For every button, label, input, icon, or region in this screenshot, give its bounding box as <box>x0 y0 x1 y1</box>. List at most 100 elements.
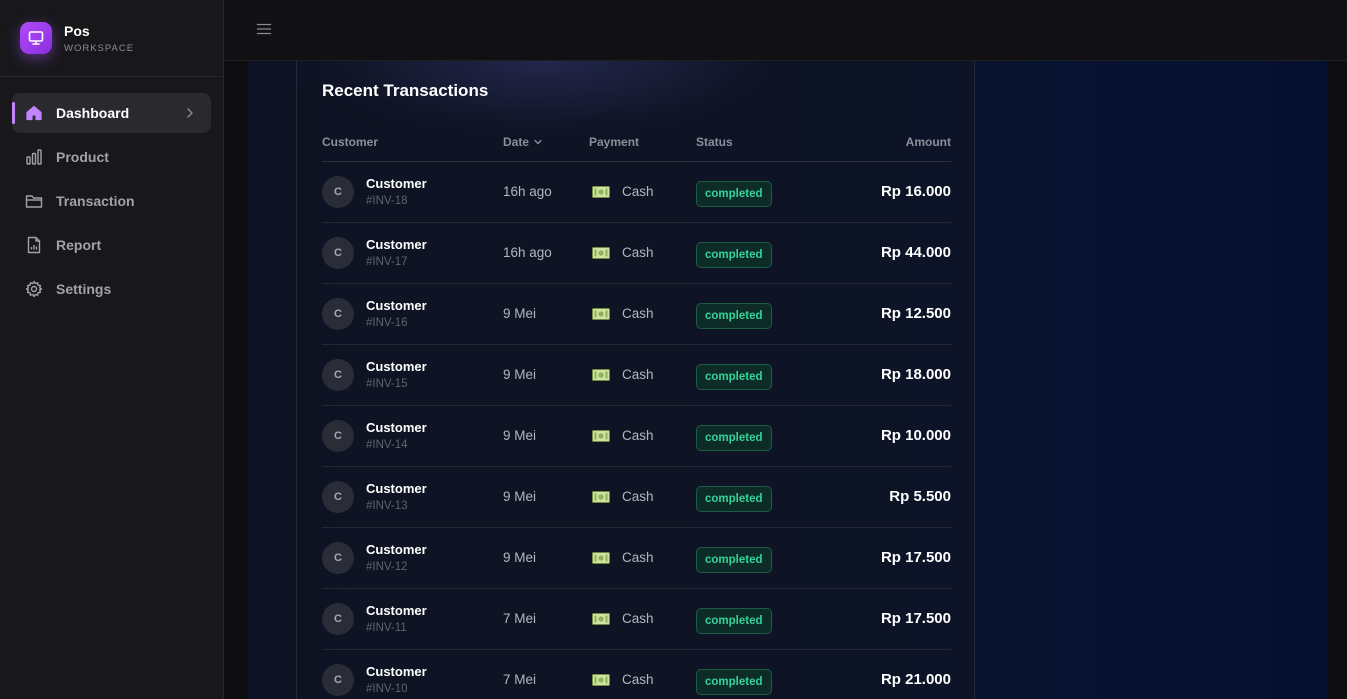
sidebar-item-report[interactable]: Report <box>12 225 211 265</box>
transaction-date: 16h ago <box>503 245 552 260</box>
cash-icon <box>592 612 610 625</box>
customer-name: Customer <box>366 237 427 252</box>
sidebar: Pos WORKSPACE Dashboard Product Transact… <box>0 0 224 699</box>
avatar: C <box>322 420 354 452</box>
sidebar-item-label: Product <box>56 149 109 165</box>
transaction-amount: Rp 12.500 <box>880 305 951 322</box>
table-row[interactable]: C Customer #INV-15 9 Mei Cash completed … <box>322 345 951 406</box>
payment-method-label: Cash <box>622 428 654 443</box>
table-row[interactable]: C Customer #INV-17 16h ago Cash complete… <box>322 223 951 284</box>
column-header-date[interactable]: Date <box>503 135 544 149</box>
payment-method-label: Cash <box>622 367 654 382</box>
sidebar-item-label: Transaction <box>56 193 135 209</box>
payment-method: Cash <box>592 489 654 504</box>
payment-method-label: Cash <box>622 611 654 626</box>
transaction-amount: Rp 17.500 <box>880 610 951 627</box>
transactions-table: Customer Date Payment Status Amount C Cu… <box>322 133 951 699</box>
cash-icon <box>592 551 610 564</box>
sidebar-item-label: Dashboard <box>56 105 130 121</box>
sidebar-nav: Dashboard Product Transaction Report Set… <box>0 77 223 329</box>
customer-name: Customer <box>366 298 427 313</box>
table-body: C Customer #INV-18 16h ago Cash complete… <box>322 162 951 699</box>
sidebar-item-product[interactable]: Product <box>12 137 211 177</box>
column-header-payment: Payment <box>589 135 640 149</box>
topbar <box>224 0 1347 61</box>
avatar: C <box>322 481 354 513</box>
customer-name: Customer <box>366 176 427 191</box>
transaction-amount: Rp 18.000 <box>880 366 951 383</box>
main-content: Recent Transactions Customer Date Paymen… <box>224 61 1347 699</box>
payment-method: Cash <box>592 550 654 565</box>
monitor-icon[interactable] <box>20 22 52 54</box>
table-row[interactable]: C Customer #INV-18 16h ago Cash complete… <box>322 162 951 223</box>
column-header-amount: Amount <box>905 135 951 149</box>
invoice-number: #INV-15 <box>366 378 408 390</box>
status-badge: completed <box>696 364 772 390</box>
payment-method-label: Cash <box>622 184 654 199</box>
invoice-number: #INV-14 <box>366 439 408 451</box>
transaction-amount: Rp 5.500 <box>889 488 951 505</box>
transaction-date: 9 Mei <box>503 367 537 382</box>
customer-name: Customer <box>366 542 427 557</box>
table-row[interactable]: C Customer #INV-12 9 Mei Cash completed … <box>322 528 951 589</box>
folder-icon <box>25 192 43 210</box>
cash-icon <box>592 429 610 442</box>
payment-method: Cash <box>592 245 654 260</box>
file-chart-icon <box>25 236 43 254</box>
invoice-number: #INV-12 <box>366 561 408 573</box>
customer-name: Customer <box>366 359 427 374</box>
avatar: C <box>322 176 354 208</box>
brand: Pos WORKSPACE <box>0 0 223 77</box>
transaction-amount: Rp 44.000 <box>880 244 951 261</box>
column-header-customer: Customer <box>322 135 379 149</box>
invoice-number: #INV-10 <box>366 683 408 695</box>
status-badge: completed <box>696 425 772 451</box>
table-row[interactable]: C Customer #INV-14 9 Mei Cash completed … <box>322 406 951 467</box>
table-row[interactable]: C Customer #INV-13 9 Mei Cash completed … <box>322 467 951 528</box>
recent-transactions-card: Recent Transactions Customer Date Paymen… <box>296 61 975 699</box>
payment-method-label: Cash <box>622 245 654 260</box>
menu-icon[interactable] <box>256 21 272 37</box>
cash-icon <box>592 673 610 686</box>
table-row[interactable]: C Customer #INV-10 7 Mei Cash completed … <box>322 650 951 699</box>
transaction-date: 9 Mei <box>503 428 537 443</box>
transaction-amount: Rp 21.000 <box>880 671 951 688</box>
customer-name: Customer <box>366 481 427 496</box>
avatar: C <box>322 664 354 696</box>
sidebar-item-label: Settings <box>56 281 112 297</box>
sidebar-item-transaction[interactable]: Transaction <box>12 181 211 221</box>
payment-method: Cash <box>592 184 654 199</box>
sidebar-item-settings[interactable]: Settings <box>12 269 211 309</box>
column-header-status: Status <box>696 135 733 149</box>
invoice-number: #INV-13 <box>366 500 408 512</box>
invoice-number: #INV-18 <box>366 195 408 207</box>
gear-icon <box>25 280 43 298</box>
customer-name: Customer <box>366 664 427 679</box>
avatar: C <box>322 237 354 269</box>
status-badge: completed <box>696 181 772 207</box>
sidebar-item-dashboard[interactable]: Dashboard <box>12 93 211 133</box>
customer-name: Customer <box>366 420 427 435</box>
brand-name: Pos <box>64 22 90 39</box>
customer-name: Customer <box>366 603 427 618</box>
payment-method-label: Cash <box>622 306 654 321</box>
table-row[interactable]: C Customer #INV-16 9 Mei Cash completed … <box>322 284 951 345</box>
transaction-date: 7 Mei <box>503 672 537 687</box>
table-row[interactable]: C Customer #INV-11 7 Mei Cash completed … <box>322 589 951 650</box>
cash-icon <box>592 246 610 259</box>
payment-method-label: Cash <box>622 672 654 687</box>
payment-method-label: Cash <box>622 550 654 565</box>
cash-icon <box>592 185 610 198</box>
avatar: C <box>322 603 354 635</box>
avatar: C <box>322 298 354 330</box>
brand-subtitle: WORKSPACE <box>64 42 135 54</box>
status-badge: completed <box>696 242 772 268</box>
transaction-date: 7 Mei <box>503 611 537 626</box>
sidebar-item-label: Report <box>56 237 102 253</box>
invoice-number: #INV-17 <box>366 256 408 268</box>
home-icon <box>25 104 43 122</box>
payment-method-label: Cash <box>622 489 654 504</box>
status-badge: completed <box>696 669 772 695</box>
cash-icon <box>592 307 610 320</box>
invoice-number: #INV-16 <box>366 317 408 329</box>
